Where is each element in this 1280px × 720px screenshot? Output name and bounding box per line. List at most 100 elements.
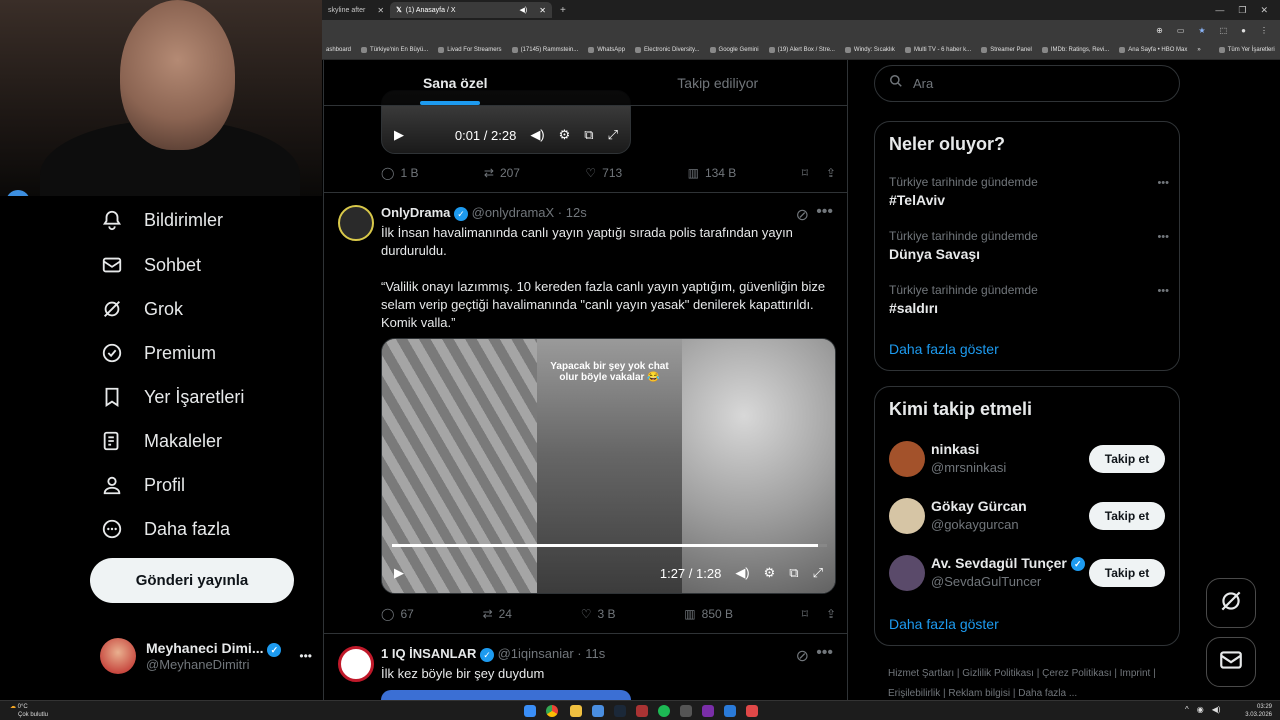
more-icon[interactable]: ••• xyxy=(299,649,312,663)
nav-articles[interactable]: Makaleler xyxy=(100,429,222,453)
trend-item[interactable]: Türkiye tarihinde gündemde #saldırı ••• xyxy=(889,283,1169,316)
follow-show-more[interactable]: Daha fazla göster xyxy=(889,616,999,632)
tray-icons[interactable]: ^ ◉ ◀) xyxy=(1185,705,1221,714)
views-button[interactable]: ▥ 134 B xyxy=(688,166,737,180)
footer-link[interactable]: Hizmet Şartları xyxy=(888,668,954,679)
profile-icon[interactable]: ● xyxy=(1241,26,1246,35)
bookmark-item[interactable]: Türkiye'nin En Büyü... xyxy=(361,46,428,53)
nav-notifications[interactable]: Bildirimler xyxy=(100,208,223,232)
star-icon[interactable]: ★ xyxy=(1198,26,1205,35)
follow-suggestion[interactable]: Gökay Gürcan @gokaygurcan Takip et xyxy=(875,496,1179,536)
tweet[interactable]: 1 IQ İNSANLAR ✓ @1iqinsaniar · 11s ⊘ •••… xyxy=(324,634,847,700)
spotify-icon[interactable] xyxy=(658,705,670,717)
follow-button[interactable]: Takip et xyxy=(1089,445,1165,473)
browser-tab[interactable]: skyline after ✕ xyxy=(322,2,390,18)
play-icon[interactable]: ▶ xyxy=(394,565,404,581)
nav-bookmarks[interactable]: Yer İşaretleri xyxy=(100,385,244,409)
follow-button[interactable]: Takip et xyxy=(1089,559,1165,587)
folder-icon[interactable] xyxy=(570,705,582,717)
new-tab-button[interactable]: + xyxy=(560,5,566,16)
footer-link[interactable]: Gizlilik Politikası xyxy=(962,668,1034,679)
volume-icon[interactable]: ◀) xyxy=(530,127,544,143)
settings-icon[interactable]: ⚙ xyxy=(559,127,571,143)
bookmark-item[interactable]: ashboard xyxy=(326,47,351,53)
more-icon[interactable]: ••• xyxy=(816,203,833,221)
follow-button[interactable]: Takip et xyxy=(1089,502,1165,530)
share-icon[interactable]: ⇪ xyxy=(826,607,836,621)
play-icon[interactable]: ▶ xyxy=(394,127,404,143)
pip-icon[interactable]: ⧉ xyxy=(584,127,593,143)
tweet[interactable]: OnlyDrama ✓ @onlydramaX · 12s ⊘ ••• İlk … xyxy=(324,193,847,633)
volume-icon[interactable]: ◀) xyxy=(735,565,749,581)
fullscreen-icon[interactable]: ⤢ xyxy=(813,565,823,581)
tweet-author[interactable]: OnlyDrama xyxy=(381,205,450,220)
trend-item[interactable]: Türkiye tarihinde gündemde Dünya Savaşı … xyxy=(889,229,1169,262)
bookmark-item[interactable]: Google Gemini xyxy=(709,46,759,53)
chevron-up-icon[interactable]: ^ xyxy=(1185,705,1189,714)
bookmark-icon[interactable]: ⌑ xyxy=(802,607,808,621)
close-icon[interactable]: ✕ xyxy=(539,6,546,15)
views-button[interactable]: ▥ 850 B xyxy=(684,607,733,621)
app-icon[interactable] xyxy=(702,705,714,717)
share-icon[interactable]: ⇪ xyxy=(826,166,836,180)
footer-link[interactable]: Reklam bilgisi xyxy=(948,688,1010,699)
app-icon[interactable] xyxy=(680,705,692,717)
footer-link[interactable]: Daha fazla ... xyxy=(1018,688,1077,699)
maximize-icon[interactable]: ❐ xyxy=(1238,5,1246,16)
extensions-icon[interactable]: ⬚ xyxy=(1220,26,1228,35)
reply-button[interactable]: ◯ 1 B xyxy=(381,166,418,180)
minimize-icon[interactable]: — xyxy=(1215,5,1224,16)
bookmark-item[interactable]: Streamer Panel xyxy=(981,46,1032,53)
grok-icon[interactable]: ⊘ xyxy=(796,646,809,666)
like-button[interactable]: ♡ 713 xyxy=(585,166,622,180)
footer-link[interactable]: Erişilebilirlik xyxy=(888,688,940,699)
account-switcher[interactable]: Meyhaneci Dimi... ✓ @MeyhaneDimitri ••• xyxy=(100,636,312,676)
nav-chat[interactable]: Sohbet xyxy=(100,253,201,277)
fullscreen-icon[interactable]: ⤢ xyxy=(608,127,618,143)
bookmark-item[interactable]: Electronic Diversity... xyxy=(634,46,700,53)
bookmark-item[interactable]: WhatsApp xyxy=(588,46,625,53)
repost-button[interactable]: ⇄ 207 xyxy=(484,166,520,180)
follow-suggestion[interactable]: ninkasi @mrsninkasi Takip et xyxy=(875,439,1179,479)
tab-following[interactable]: Takip ediliyor xyxy=(587,60,848,105)
search-input[interactable]: Ara xyxy=(874,65,1180,102)
menu-icon[interactable]: ⋮ xyxy=(1260,26,1268,35)
bookmark-item[interactable]: Multi TV - 6 haber k... xyxy=(904,46,971,53)
nav-premium[interactable]: Premium xyxy=(100,341,216,365)
messages-fab-button[interactable] xyxy=(1206,637,1256,687)
grok-icon[interactable]: ⊘ xyxy=(796,205,809,225)
post-button[interactable]: Gönderi yayınla xyxy=(90,558,294,603)
more-icon[interactable]: ••• xyxy=(816,644,833,662)
bookmark-icon[interactable]: ⌑ xyxy=(802,166,808,180)
bookmark-item[interactable]: Livad For Streamers xyxy=(438,46,502,53)
bookmark-item[interactable]: Tüm Yer İşaretleri xyxy=(1218,46,1275,53)
chrome-icon[interactable] xyxy=(546,705,558,717)
repost-button[interactable]: ⇄ 24 xyxy=(483,607,512,621)
nav-profile[interactable]: Profil xyxy=(100,473,185,497)
close-icon[interactable]: ✕ xyxy=(377,6,384,15)
grok-fab-button[interactable] xyxy=(1206,578,1256,628)
bookmark-item[interactable]: Ana Sayfa • HBO Max xyxy=(1119,46,1187,53)
more-icon[interactable]: ••• xyxy=(1157,177,1169,189)
more-icon[interactable]: ••• xyxy=(1157,285,1169,297)
trends-show-more[interactable]: Daha fazla göster xyxy=(889,341,999,357)
like-button[interactable]: ♡ 3 B xyxy=(581,607,616,621)
settings-icon[interactable]: ⚙ xyxy=(764,565,776,581)
follow-suggestion[interactable]: Av. Sevdagül Tunçer ✓ @SevdaGulTuncer Ta… xyxy=(875,553,1179,593)
tweet-handle[interactable]: @1iqinsaniar · 11s xyxy=(498,646,606,661)
tab-for-you[interactable]: Sana özel xyxy=(324,60,587,105)
weather-widget[interactable]: ☁ 0°C Çok bulutlu xyxy=(10,703,48,719)
zoom-icon[interactable]: ⊕ xyxy=(1156,26,1163,35)
nav-grok[interactable]: Grok xyxy=(100,297,183,321)
more-icon[interactable]: ••• xyxy=(1157,231,1169,243)
browser-tab-active[interactable]: 𝕏 (1) Anasayfa / X ◀) ✕ xyxy=(390,2,552,18)
footer-link[interactable]: Çerez Politikası xyxy=(1042,668,1111,679)
bookmark-item[interactable]: Windy: Sıcaklık xyxy=(844,46,895,53)
app-icon[interactable] xyxy=(724,705,736,717)
tweet-handle[interactable]: @onlydramaX · 12s xyxy=(472,205,587,220)
bookmark-item[interactable]: (19) Alert Box / Stre... xyxy=(768,46,835,53)
footer-link[interactable]: Imprint xyxy=(1120,668,1151,679)
cast-icon[interactable]: ▭ xyxy=(1177,26,1185,35)
bookmark-item[interactable]: (17145) Rammstein... xyxy=(511,46,578,53)
steam-icon[interactable] xyxy=(614,705,626,717)
